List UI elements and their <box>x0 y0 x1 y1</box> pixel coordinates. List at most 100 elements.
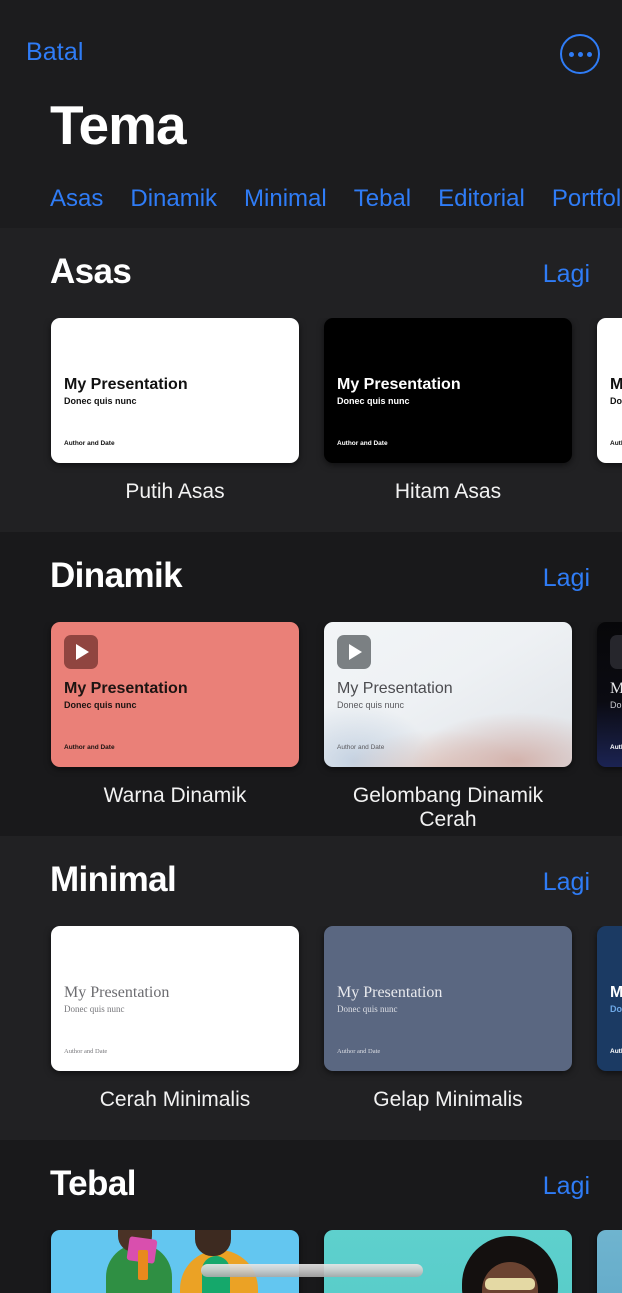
theme-card-row[interactable]: AUTHOR AND DATEMY PRESENTATION AUTHOR AND… <box>0 1230 622 1293</box>
slide-subtitle: Donec quis nunc <box>610 1004 622 1014</box>
slide-title: My Presentation <box>64 680 188 697</box>
section-title: Minimal <box>50 860 177 899</box>
theme-chooser-screen: Batal Tema Asas Dinamik Minimal Tebal Editor… <box>0 0 622 1293</box>
slide-author: Author and Date <box>64 1047 108 1055</box>
cancel-button[interactable]: Batal <box>26 38 83 67</box>
section-header: Minimal Lagi <box>0 836 622 926</box>
dot-3 <box>586 51 592 57</box>
scroll-indicator[interactable] <box>201 1264 423 1277</box>
slide-subtitle: Donec quis nunc <box>64 396 137 406</box>
theme-card-item[interactable]: My Presentation Donec quis nunc Author and… <box>51 318 299 530</box>
theme-card-item[interactable]: AUTHOR AND DATEMY PRESENTATION <box>324 1230 572 1293</box>
theme-thumbnail[interactable]: My Presentation Donec quis nunc Author and… <box>597 622 622 767</box>
theme-card-item[interactable]: My Presentation Donec quis nunc Author and… <box>597 318 622 530</box>
section-more-button[interactable]: Lagi <box>543 1172 590 1201</box>
theme-card-label: Hitam Asas <box>394 480 502 503</box>
theme-thumbnail[interactable]: My Presentation Donec quis nunc Author and… <box>51 622 299 767</box>
top-bar: Batal <box>0 0 622 96</box>
theme-card-item[interactable]: My Presentation Donec quis nunc Author and… <box>51 622 299 834</box>
slide-title: My Presentation <box>610 376 622 393</box>
tab-dinamik[interactable]: Dinamik <box>130 185 217 213</box>
theme-card-item[interactable]: My Presentation Donec quis nunc Author and… <box>324 318 572 530</box>
tab-asas[interactable]: Asas <box>50 185 103 213</box>
slide-subtitle: Donec quis nunc <box>337 396 410 406</box>
theme-card-row[interactable]: My Presentation Donec quis nunc Author and… <box>0 926 622 1138</box>
slide-author: Author and Date <box>337 743 385 751</box>
slide-author: Author and Date <box>337 1047 381 1055</box>
theme-thumbnail[interactable]: AUTHOR AND DATEMY PRESENTATION <box>51 1230 299 1293</box>
theme-card-label: Warna Dinamik <box>103 784 247 807</box>
section-title: Tebal <box>50 1164 136 1203</box>
slide-title: My Presentation <box>337 680 453 697</box>
theme-card-item[interactable]: My Presentation Donec quis nunc Author and… <box>597 926 622 1138</box>
slide-title: My Presentation <box>610 984 622 1001</box>
slide-title: My Presentation <box>337 984 443 1001</box>
more-options-icon[interactable] <box>560 34 600 74</box>
play-icon <box>64 635 98 669</box>
theme-thumbnail[interactable]: My Presentation Donec quis nunc Author and… <box>324 926 572 1071</box>
theme-thumbnail[interactable]: My Presentation Donec quis nunc Author and… <box>51 318 299 463</box>
tab-portfolio[interactable]: Portfolio <box>552 185 622 213</box>
section-header: Asas Lagi <box>0 228 622 318</box>
category-tab-bar[interactable]: Asas Dinamik Minimal Tebal Editorial Portfoli… <box>0 180 622 218</box>
theme-card-item[interactable]: AUTHOR AND DATEMY PRESENTATION <box>51 1230 299 1293</box>
slide-title: My Presentation <box>64 984 170 1001</box>
tab-editorial[interactable]: Editorial <box>438 185 525 213</box>
dot-1 <box>568 51 574 57</box>
theme-sections-scroll[interactable]: Asas Lagi My Presentation Donec quis nunc Au… <box>0 228 622 1293</box>
theme-thumbnail[interactable]: AUTHOR AND DATEMY PRESENTATION <box>597 1230 622 1293</box>
theme-card-label: Cerah Minimalis <box>99 1088 251 1111</box>
theme-thumbnail[interactable]: My Presentation Donec quis nunc Author and… <box>324 318 572 463</box>
theme-section-asas: Asas Lagi My Presentation Donec quis nunc Au… <box>0 228 622 532</box>
play-triangle <box>349 644 362 660</box>
theme-section-minimal: Minimal Lagi My Presentation Donec quis nun… <box>0 836 622 1140</box>
theme-card-label: Gelombang Dinamik Cerah <box>352 784 544 831</box>
section-more-button[interactable]: Lagi <box>543 564 590 593</box>
slide-author: Author and Date <box>64 743 115 751</box>
photo-shape <box>485 1278 535 1290</box>
slide-subtitle: Donec quis nunc <box>64 1004 125 1014</box>
slide-subtitle: Donec quis nunc <box>610 396 622 406</box>
slide-author: Author and Date <box>337 439 388 447</box>
play-icon <box>337 635 371 669</box>
play-triangle <box>76 644 89 660</box>
theme-thumbnail[interactable]: My Presentation Donec quis nunc Author and… <box>597 926 622 1071</box>
slide-subtitle: Donec quis nunc <box>337 700 405 710</box>
slide-title: My Presentation <box>337 376 461 393</box>
slide-title: My Presentation <box>610 680 622 697</box>
theme-card-item[interactable]: AUTHOR AND DATEMY PRESENTATION <box>597 1230 622 1293</box>
theme-card-item[interactable]: My Presentation Donec quis nunc Author and… <box>324 926 572 1138</box>
slide-title: My Presentation <box>64 376 188 393</box>
tab-minimal[interactable]: Minimal <box>244 185 327 213</box>
tab-tebal[interactable]: Tebal <box>354 185 411 213</box>
theme-card-item[interactable]: My Presentation Donec quis nunc Author and… <box>324 622 572 834</box>
slide-author: Author and Date <box>610 743 622 751</box>
play-icon <box>610 635 622 669</box>
photo-shape <box>137 1250 148 1280</box>
theme-card-row[interactable]: My Presentation Donec quis nunc Author and… <box>0 622 622 834</box>
slide-author: Author and Date <box>610 1047 622 1055</box>
slide-author: Author and Date <box>610 439 622 447</box>
page-title: Tema <box>50 94 187 156</box>
slide-subtitle: Donec quis nunc <box>337 1004 398 1014</box>
slide-author: Author and Date <box>64 439 115 447</box>
theme-thumbnail[interactable]: AUTHOR AND DATEMY PRESENTATION <box>324 1230 572 1293</box>
theme-card-row[interactable]: My Presentation Donec quis nunc Author and… <box>0 318 622 530</box>
slide-subtitle: Donec quis nunc <box>610 700 622 710</box>
theme-section-dinamik: Dinamik Lagi My Presentation Donec quis nun… <box>0 532 622 836</box>
theme-thumbnail[interactable]: My Presentation Donec quis nunc Author and… <box>324 622 572 767</box>
theme-thumbnail[interactable]: My Presentation Donec quis nunc Author and… <box>597 318 622 463</box>
section-more-button[interactable]: Lagi <box>543 868 590 897</box>
theme-card-item[interactable]: My Presentation Donec quis nunc Author and… <box>51 926 299 1138</box>
section-title: Dinamik <box>50 556 183 595</box>
section-more-button[interactable]: Lagi <box>543 260 590 289</box>
section-header: Tebal Lagi <box>0 1140 622 1230</box>
section-header: Dinamik Lagi <box>0 532 622 622</box>
slide-subtitle: Donec quis nunc <box>64 700 137 710</box>
theme-thumbnail[interactable]: My Presentation Donec quis nunc Author and… <box>51 926 299 1071</box>
theme-card-item[interactable]: My Presentation Donec quis nunc Author and… <box>597 622 622 834</box>
section-title: Asas <box>50 252 132 291</box>
theme-card-label: Gelap Minimalis <box>373 1088 523 1111</box>
dot-2 <box>577 51 583 57</box>
theme-card-label: Putih Asas <box>125 480 225 503</box>
